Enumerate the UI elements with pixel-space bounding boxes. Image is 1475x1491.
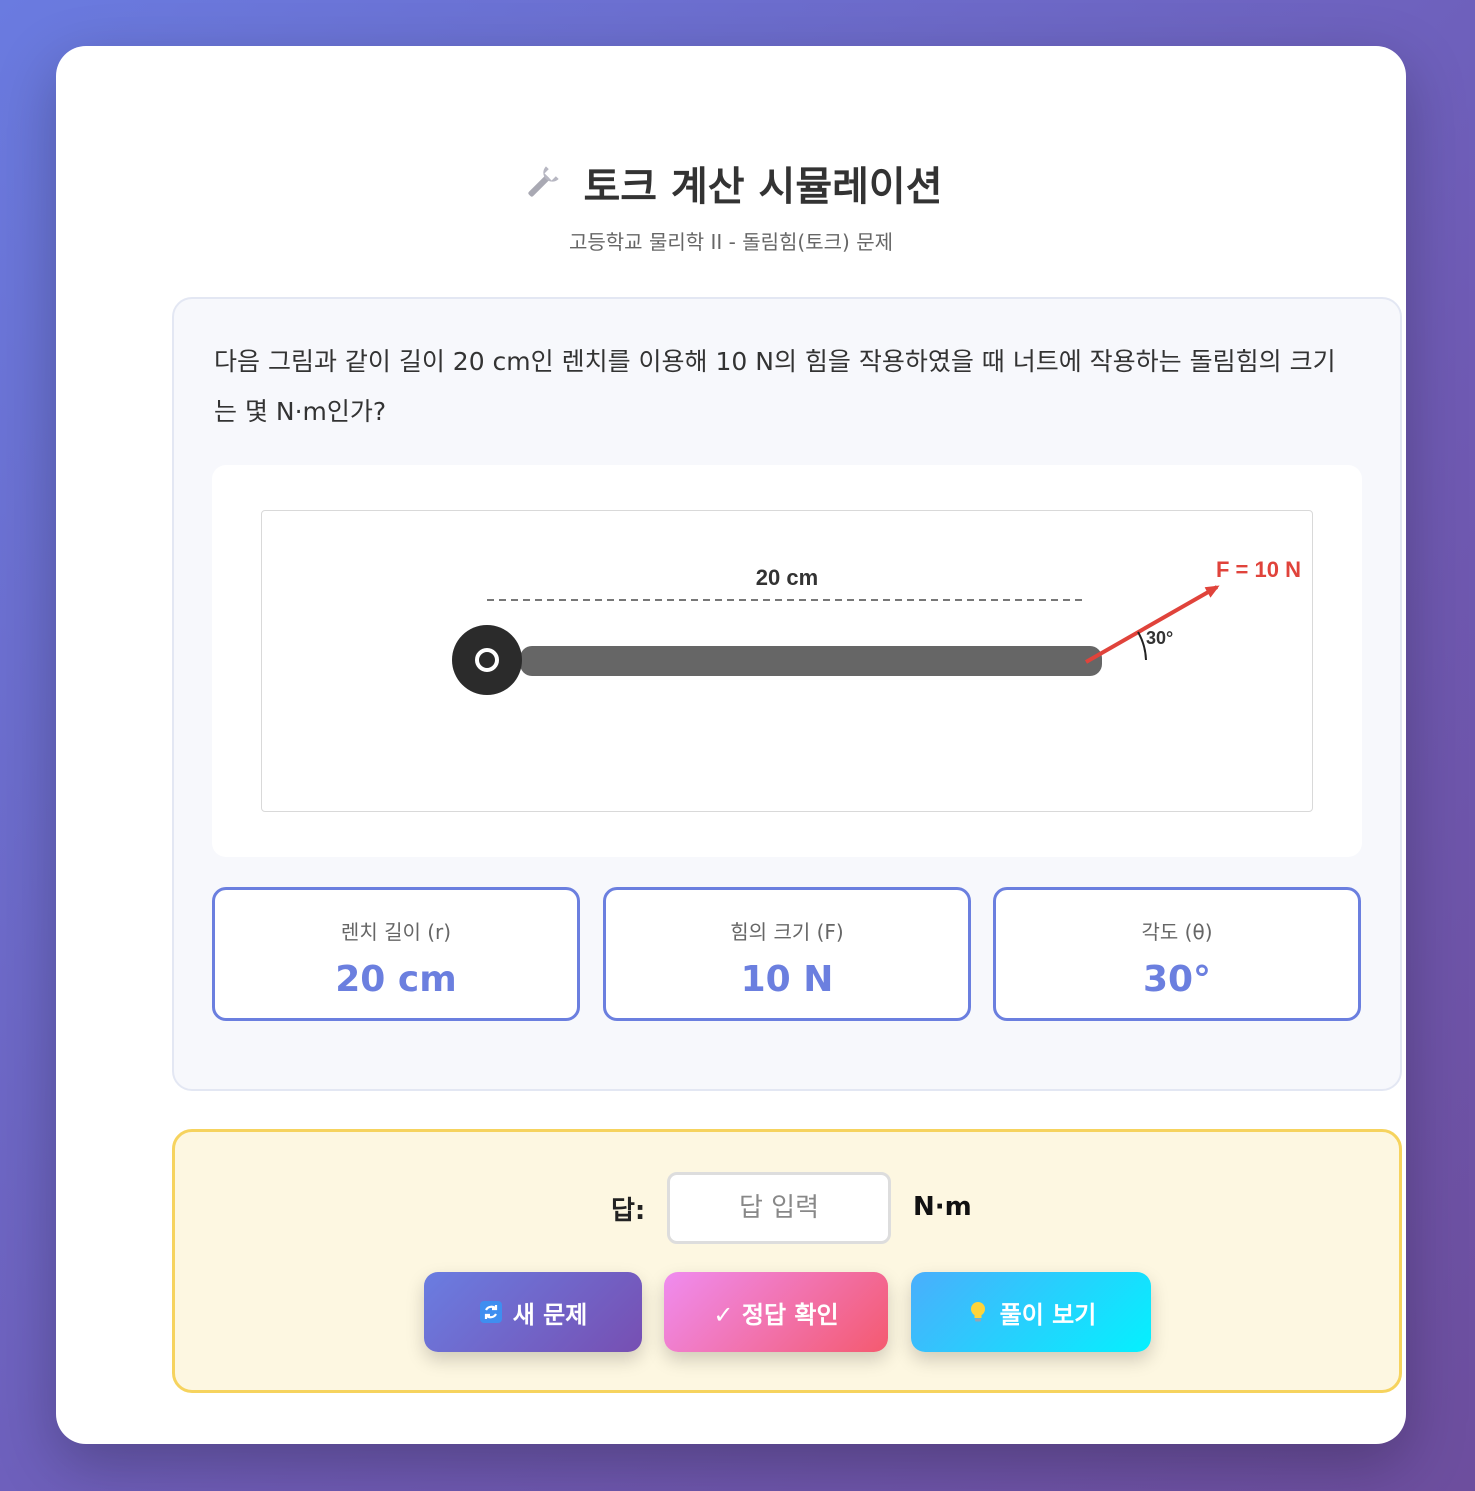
force-arrow	[1085, 585, 1220, 664]
new-problem-button[interactable]: 새 문제	[424, 1272, 642, 1352]
value-card-length: 렌치 길이 (r) 20 cm	[212, 887, 580, 1021]
angle-label: 30°	[1146, 628, 1173, 648]
value-number: 10 N	[740, 959, 834, 1000]
title-text: 토크 계산 시뮬레이션	[583, 164, 943, 210]
page-subtitle: 고등학교 물리학 II - 돌림힘(토크) 문제	[568, 230, 893, 254]
value-card-angle: 각도 (θ) 30°	[993, 887, 1361, 1021]
wrench-diagram-svg: 20 cm 30° F = 10 N	[452, 557, 1301, 695]
answer-panel: 답: N·m 새 문제 ✓ 정답 확인 풀이 보기	[172, 1129, 1402, 1393]
question-text: 다음 그림과 같이 길이 20 cm인 렌치를 이용해 10 N의 힘을 작용하…	[214, 347, 1336, 426]
page-title: 토크 계산 시뮬레이션	[56, 154, 1406, 212]
simulation-card: 토크 계산 시뮬레이션 고등학교 물리학 II - 돌림힘(토크) 문제 다음 …	[56, 46, 1406, 1444]
value-label: 렌치 길이 (r)	[340, 920, 452, 944]
check-answer-label: ✓ 정답 확인	[713, 1300, 839, 1329]
wrench-handle	[520, 646, 1102, 676]
diagram-container: 20 cm 30° F = 10 N	[212, 465, 1362, 857]
wrench-icon	[528, 166, 560, 197]
angle-arc	[1137, 631, 1147, 661]
new-problem-label: 새 문제	[512, 1300, 588, 1329]
value-label: 힘의 크기 (F)	[730, 920, 844, 944]
refresh-icon	[479, 1301, 502, 1323]
lightbulb-icon	[970, 1302, 985, 1322]
value-card-force: 힘의 크기 (F) 10 N	[603, 887, 971, 1021]
show-solution-label: 풀이 보기	[999, 1300, 1097, 1329]
answer-input[interactable]	[667, 1172, 891, 1244]
nut-hole	[475, 648, 499, 672]
show-solution-button[interactable]: 풀이 보기	[911, 1272, 1151, 1352]
problem-panel: 다음 그림과 같이 길이 20 cm인 렌치를 이용해 10 N의 힘을 작용하…	[172, 297, 1402, 1091]
value-number: 30°	[1142, 959, 1212, 1000]
value-number: 20 cm	[335, 959, 457, 1000]
value-label: 각도 (θ)	[1141, 920, 1213, 944]
wrench-diagram: 20 cm 30° F = 10 N	[261, 510, 1313, 812]
length-label: 20 cm	[756, 565, 818, 590]
check-answer-button[interactable]: ✓ 정답 확인	[664, 1272, 888, 1352]
answer-label: 답:	[611, 1196, 646, 1226]
force-label: F = 10 N	[1216, 557, 1301, 582]
answer-unit: N·m	[913, 1192, 972, 1222]
